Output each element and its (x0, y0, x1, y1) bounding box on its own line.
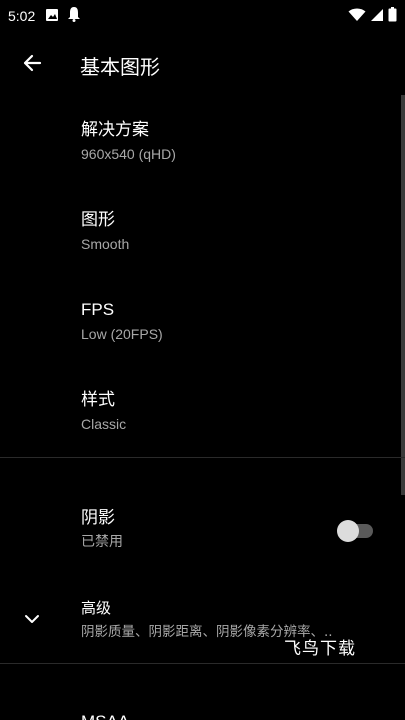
arrow-back-icon (22, 53, 42, 77)
pref-resolution[interactable]: 解决方案 960x540 (qHD) (0, 119, 405, 164)
pref-graphics[interactable]: 图形 Smooth (0, 209, 405, 254)
back-button[interactable] (0, 36, 64, 94)
divider (0, 663, 405, 664)
pref-summary: Low (20FPS) (81, 326, 163, 342)
settings-screen: 5:02 基本图形 解决方案 960x540 (qHD) 图形 Smooth F… (0, 0, 405, 720)
watermark: 飞鸟下载 (284, 639, 356, 659)
page-title: 基本图形 (80, 54, 160, 79)
pref-title: 图形 (81, 210, 115, 230)
shadow-toggle[interactable] (337, 519, 375, 542)
pref-style[interactable]: 样式 Classic (0, 389, 405, 434)
notification-bell-icon (67, 6, 81, 26)
pref-msaa[interactable]: MSAA (0, 711, 405, 720)
toolbar: 基本图形 (0, 36, 405, 94)
status-bar: 5:02 (0, 0, 405, 32)
image-icon (45, 7, 59, 26)
pref-summary: Smooth (81, 236, 130, 252)
status-left-icons (45, 6, 81, 26)
pref-title: FPS (81, 300, 115, 319)
pref-title: 高级 (81, 599, 112, 617)
pref-title: MSAA (81, 711, 405, 720)
pref-summary: Classic (81, 416, 127, 432)
wifi-icon (348, 7, 366, 26)
divider (0, 457, 405, 458)
toggle-thumb (337, 520, 359, 542)
pref-title: 样式 (81, 390, 115, 410)
signal-icon (370, 7, 384, 26)
pref-summary: 960x540 (qHD) (81, 146, 176, 162)
status-time: 5:02 (8, 8, 36, 24)
status-right-icons (348, 6, 397, 26)
pref-fps[interactable]: FPS Low (20FPS) (0, 299, 405, 344)
pref-title: 解决方案 (81, 120, 149, 140)
battery-icon (388, 6, 397, 26)
